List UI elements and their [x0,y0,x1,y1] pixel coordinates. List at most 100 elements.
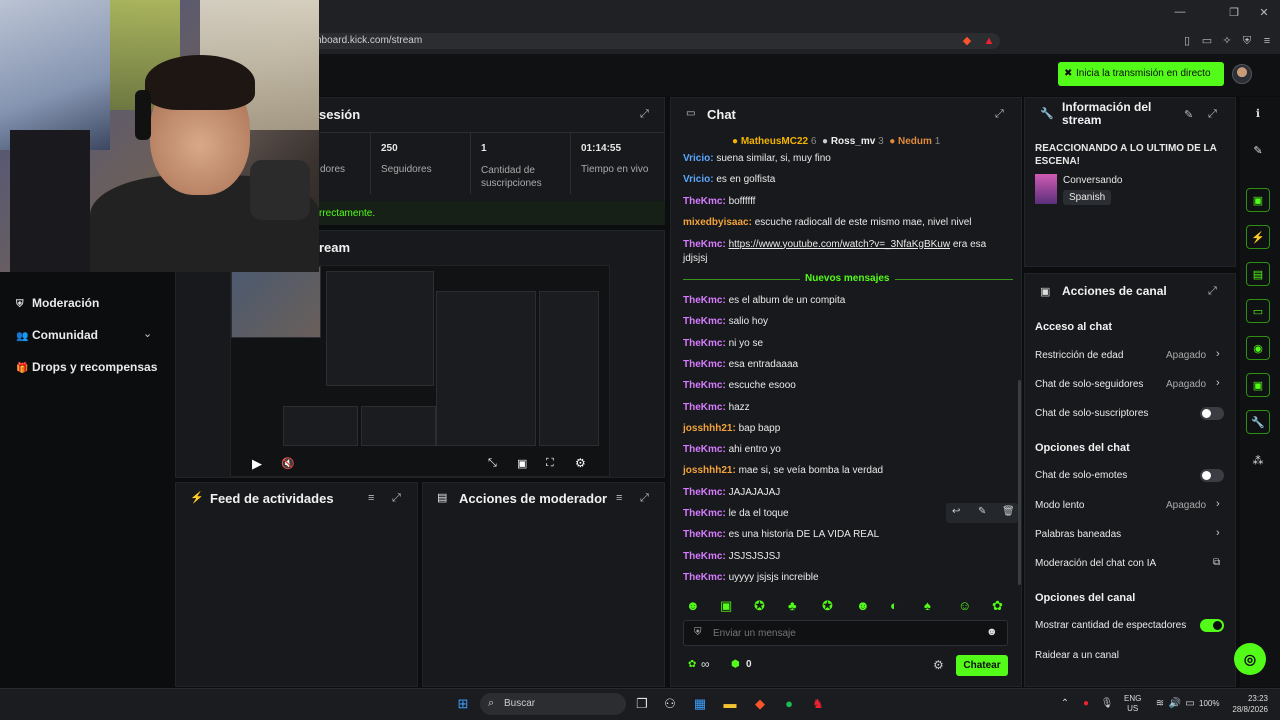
chat-message[interactable]: mixedbyisaac: escuche radiocall de este … [683,217,972,228]
brave-shield-icon[interactable]: ◆ [960,34,974,48]
popout-icon[interactable]: ▣ [517,457,527,470]
video-icon[interactable]: ▣ [1246,188,1270,212]
chat-message[interactable]: TheKmc: le da el toque [683,508,789,519]
leader-name[interactable]: MatheusMC22 [741,136,808,147]
emote-icon[interactable]: ♠ [924,598,931,613]
chat-send-button[interactable]: Chatear [956,655,1008,676]
chat-message[interactable]: TheKmc: es el album de un compita [683,295,845,306]
expand-icon[interactable]: ⤢ [995,108,1004,121]
expand-icon[interactable]: ⤢ [392,492,401,505]
windows-start-icon[interactable]: ⊞ [453,695,473,713]
chat-username[interactable]: TheKmc [683,487,722,498]
emote-icon[interactable]: ✪ [822,598,833,614]
chat-message[interactable]: TheKmc: hazz [683,402,750,413]
chat-message[interactable]: Vricio: es en golfista [683,174,775,185]
chat-scrollbar[interactable] [1018,380,1021,585]
pencil-icon[interactable]: ✎ [1246,139,1270,163]
expand-icon[interactable]: ⤢ [640,108,649,121]
clock[interactable]: 23:23 28/8/2026 [1228,693,1268,715]
chat-username[interactable]: TheKmc [683,508,722,519]
emote-icon[interactable]: ☻ [686,598,700,613]
chat-username[interactable]: TheKmc [683,295,722,306]
vpn-icon[interactable]: ⛨ [1240,34,1254,48]
record-icon[interactable]: ◉ [1246,336,1270,360]
chat-message[interactable]: TheKmc: esa entradaaaa [683,359,798,370]
chat-username[interactable]: TheKmc [683,444,722,455]
leader-name[interactable]: Ross_mv [831,136,875,147]
chevron-right-icon[interactable]: › [1216,527,1220,539]
ai-moderation-label[interactable]: Moderación del chat con IA [1035,558,1156,569]
chat-link[interactable]: https://www.youtube.com/watch?v=_3NfaKgB… [729,239,951,250]
emote-icon[interactable]: ◐ [890,598,898,613]
filter-icon[interactable]: ≡ [616,492,622,504]
pin-icon[interactable]: ✎ [978,506,986,517]
chat-message[interactable]: TheKmc: https://www.youtube.com/watch?v=… [683,239,986,264]
expand-icon[interactable]: ⤢ [1208,108,1217,121]
go-live-button[interactable]: ✖ Inicia la transmisión en directo [1058,62,1224,86]
apps-icon[interactable]: ⁂ [1246,449,1270,473]
emote-icon[interactable]: ✿ [992,598,1003,614]
app-icon[interactable]: ⚇ [660,695,680,713]
chat-message[interactable]: TheKmc: JAJAJAJAJ [683,487,780,498]
chat-username[interactable]: TheKmc [683,196,722,207]
chevron-up-icon[interactable]: ⌃ [1055,695,1075,713]
chat-username[interactable]: Vricio [683,174,710,185]
chat-username[interactable]: TheKmc [683,380,722,391]
battery-icon[interactable]: ▭ [1180,695,1200,713]
chat-settings-icon[interactable]: ⚙ [933,658,944,672]
chat-username[interactable]: TheKmc [683,529,722,540]
avatar[interactable] [1232,64,1252,84]
sidebar-item-drops[interactable]: 🎁 Drops y recompensas [16,360,157,374]
chat-message[interactable]: TheKmc: ahi entro yo [683,444,781,455]
restore-icon[interactable]: ❐ [1224,6,1244,19]
chat-message[interactable]: josshhh21: bap bapp [683,423,780,434]
chevron-down-icon[interactable]: ⌄ [143,327,152,340]
chat-username[interactable]: josshhh21 [683,423,732,434]
edit-icon[interactable]: ✎ [1184,108,1193,121]
filter-icon[interactable]: ≡ [368,492,374,504]
language-indicator[interactable]: ENG US [1124,694,1141,714]
chat-message[interactable]: Vricio: suena similar, si, muy fino [683,153,831,164]
followers-only-label[interactable]: Chat de solo-seguidores [1035,379,1143,390]
reply-icon[interactable]: ↩ [952,506,960,517]
fullscreen-icon[interactable]: ⛶ [546,457,554,470]
chat-message[interactable]: TheKmc: uyyyy jsjsjs increible [683,572,819,583]
mic-icon[interactable]: 🎙 [1097,695,1117,713]
channel-icon[interactable]: ▣ [1246,373,1270,397]
brave-icon[interactable]: ◆ [750,695,770,713]
raid-label[interactable]: Raidear a un canal [1035,650,1119,661]
brave-rewards-icon[interactable]: ▲ [982,34,996,48]
emote-icon[interactable]: ☻ [856,598,870,613]
chat-message[interactable]: TheKmc: JSJSJSJSJ [683,551,780,562]
wallet-icon[interactable]: ▭ [1200,34,1214,48]
emotes-only-toggle[interactable] [1200,469,1224,482]
lightning-icon[interactable]: ⚡ [1246,225,1270,249]
chat-message[interactable]: TheKmc: escuche esooo [683,380,796,391]
chat-message[interactable]: TheKmc: ni yo se [683,338,763,349]
emote-icon[interactable]: ▣ [720,598,732,614]
chevron-right-icon[interactable]: › [1216,348,1220,360]
sidebar-item-comunidad[interactable]: 👥 Comunidad [16,328,98,342]
tray-icon[interactable]: ● [1076,695,1096,713]
wrench-icon[interactable]: 🔧 [1246,410,1270,434]
external-link-icon[interactable]: ⧉ [1213,557,1220,568]
chat-username[interactable]: TheKmc [683,551,722,562]
emote-icon[interactable]: ✪ [754,598,765,614]
play-icon[interactable]: ▶ [252,456,262,472]
help-button[interactable]: ◎ [1234,643,1266,675]
age-restriction-label[interactable]: Restricción de edad [1035,350,1123,361]
banned-words-label[interactable]: Palabras baneadas [1035,529,1121,540]
show-viewers-toggle[interactable] [1200,619,1224,632]
list-icon[interactable]: ▤ [1246,262,1270,286]
spotify-icon[interactable]: ● [779,695,799,713]
chat-icon[interactable]: ▭ [1246,299,1270,323]
chat-username[interactable]: mixedbyisaac [683,217,749,228]
chat-message[interactable]: TheKmc: boffffff [683,196,755,207]
stream-preview[interactable] [230,265,610,477]
gear-icon[interactable]: ⚙ [575,456,586,470]
chat-username[interactable]: TheKmc [683,359,722,370]
chat-username[interactable]: TheKmc [683,239,722,250]
app-icon[interactable]: ♞ [808,695,828,713]
chat-username[interactable]: TheKmc [683,316,722,327]
delete-icon[interactable]: 🗑 [1002,506,1015,517]
